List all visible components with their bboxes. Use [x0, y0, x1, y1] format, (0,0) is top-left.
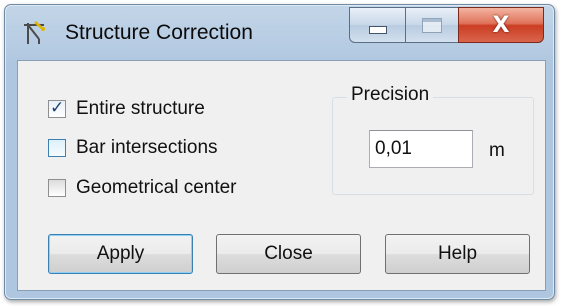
bar-intersections-label[interactable]: Bar intersections: [76, 137, 218, 159]
maximize-icon: [422, 17, 442, 33]
precision-input[interactable]: 0,01: [369, 130, 473, 168]
dialog-body: ✓ Entire structure Bar intersections Geo…: [17, 60, 546, 291]
close-icon: X: [492, 12, 510, 38]
minimize-icon: [368, 26, 387, 34]
window-title: Structure Correction: [65, 21, 253, 44]
minimize-button[interactable]: [349, 7, 405, 43]
checkbox-checked-icon[interactable]: ✓: [48, 98, 66, 118]
geometrical-center-checkbox[interactable]: Geometrical center: [48, 176, 237, 200]
title-bar[interactable]: Structure Correction X: [5, 5, 554, 61]
bar-intersections-checkbox[interactable]: Bar intersections: [48, 136, 218, 160]
checkbox-unchecked-icon[interactable]: [48, 139, 66, 157]
maximize-button[interactable]: [405, 7, 458, 43]
precision-unit-label: m: [489, 140, 505, 161]
precision-group-title: Precision: [347, 84, 434, 106]
help-button[interactable]: Help: [385, 234, 530, 274]
apply-button[interactable]: Apply: [48, 234, 193, 274]
structure-app-icon: [21, 20, 47, 46]
entire-structure-label[interactable]: Entire structure: [76, 98, 205, 120]
checkbox-unchecked-icon[interactable]: [48, 179, 66, 197]
geometrical-center-label[interactable]: Geometrical center: [76, 177, 237, 199]
close-window-button[interactable]: X: [458, 7, 544, 43]
structure-correction-dialog: Structure Correction X ✓ Entire structur…: [4, 4, 555, 300]
entire-structure-checkbox[interactable]: ✓ Entire structure: [48, 97, 205, 121]
close-button[interactable]: Close: [216, 234, 361, 274]
precision-group: Precision 0,01 m: [332, 84, 534, 195]
